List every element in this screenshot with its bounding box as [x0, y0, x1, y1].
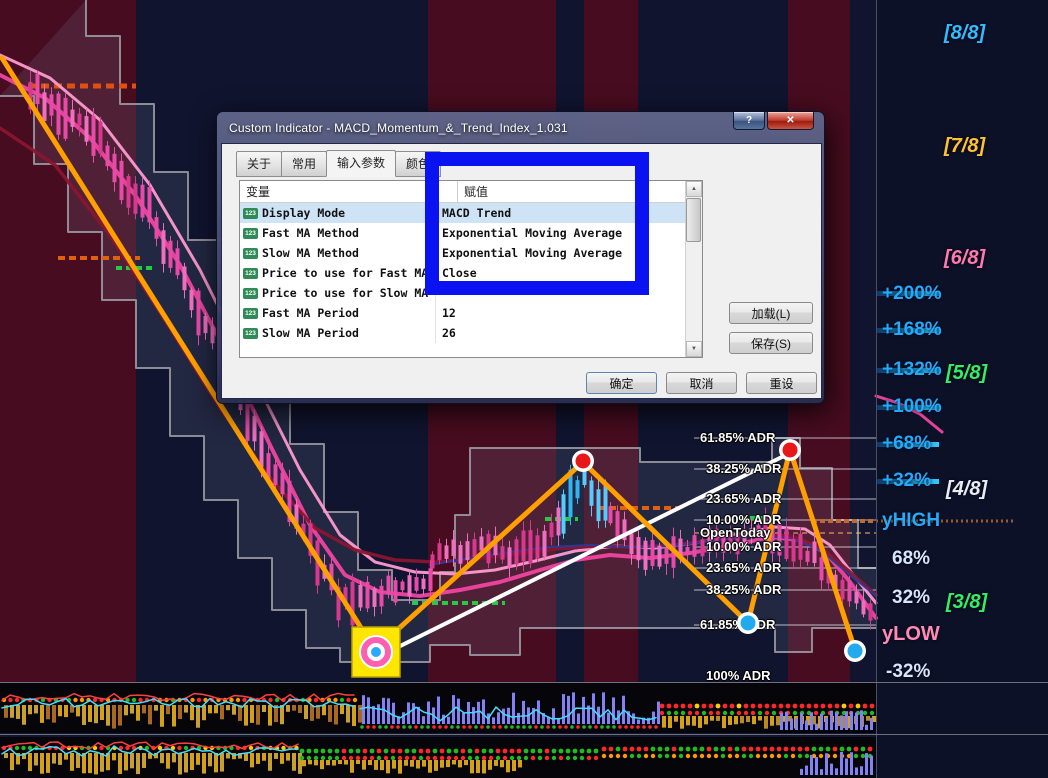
param-name-cell: 123 Slow MA Period — [240, 323, 436, 343]
param-row[interactable]: 123 Fast MA Period 12 — [240, 303, 686, 323]
numeric-param-icon: 123 — [243, 307, 258, 319]
param-name: Price to use for Fast MA — [262, 266, 429, 280]
tab-inputs[interactable]: 输入参数 — [326, 150, 397, 177]
numeric-param-icon: 123 — [243, 207, 258, 219]
help-button[interactable]: ? — [733, 112, 765, 130]
numeric-param-icon: 123 — [243, 267, 258, 279]
dialog-title: Custom Indicator - MACD_Momentum_&_Trend… — [229, 120, 568, 135]
window-buttons: ? ✕ — [733, 112, 814, 130]
table-scrollbar[interactable]: ▲ ▼ — [685, 181, 702, 357]
param-name: Slow MA Method — [262, 246, 359, 260]
dialog-titlebar[interactable]: Custom Indicator - MACD_Momentum_&_Trend… — [221, 112, 820, 143]
param-name-cell: 123 Fast MA Method — [240, 223, 436, 243]
ok-button[interactable]: 确定 — [586, 372, 657, 394]
scrollbar-thumb[interactable] — [686, 198, 701, 242]
scroll-up-button[interactable]: ▲ — [686, 181, 702, 197]
param-name-cell: 123 Price to use for Slow MA — [240, 283, 436, 303]
param-value[interactable]: 12 — [436, 306, 686, 320]
param-name: Slow MA Period — [262, 326, 359, 340]
tab-about[interactable]: 关于 — [236, 151, 283, 177]
tab-common[interactable]: 常用 — [281, 151, 328, 177]
param-name-cell: 123 Slow MA Method — [240, 243, 436, 263]
load-button[interactable]: 加载(L) — [729, 302, 813, 324]
param-name: Display Mode — [262, 206, 346, 220]
param-name-cell: 123 Fast MA Period — [240, 303, 436, 323]
param-name-cell: 123 Price to use for Fast MA — [240, 263, 436, 283]
reset-button[interactable]: 重设 — [746, 372, 817, 394]
cancel-button[interactable]: 取消 — [666, 372, 737, 394]
scroll-down-button[interactable]: ▼ — [686, 341, 702, 357]
param-name: Fast MA Method — [262, 226, 359, 240]
param-name-cell: 123 Display Mode — [240, 203, 436, 223]
close-button[interactable]: ✕ — [767, 112, 814, 130]
trading-app-screen: [8/8] [7/8] [6/8] +200% +168% +132% [5/8] +100%… — [0, 0, 1048, 778]
param-value[interactable]: 26 — [436, 326, 686, 340]
highlight-rectangle — [425, 152, 649, 295]
numeric-param-icon: 123 — [243, 247, 258, 259]
param-name: Fast MA Period — [262, 306, 359, 320]
param-row[interactable]: 123 Slow MA Period 26 — [240, 323, 686, 343]
param-name: Price to use for Slow MA — [262, 286, 429, 300]
numeric-param-icon: 123 — [243, 287, 258, 299]
dialog-tabs: 关于 常用 输入参数 颜色 — [236, 150, 442, 177]
save-button[interactable]: 保存(S) — [729, 332, 813, 354]
numeric-param-icon: 123 — [243, 327, 258, 339]
numeric-param-icon: 123 — [243, 227, 258, 239]
